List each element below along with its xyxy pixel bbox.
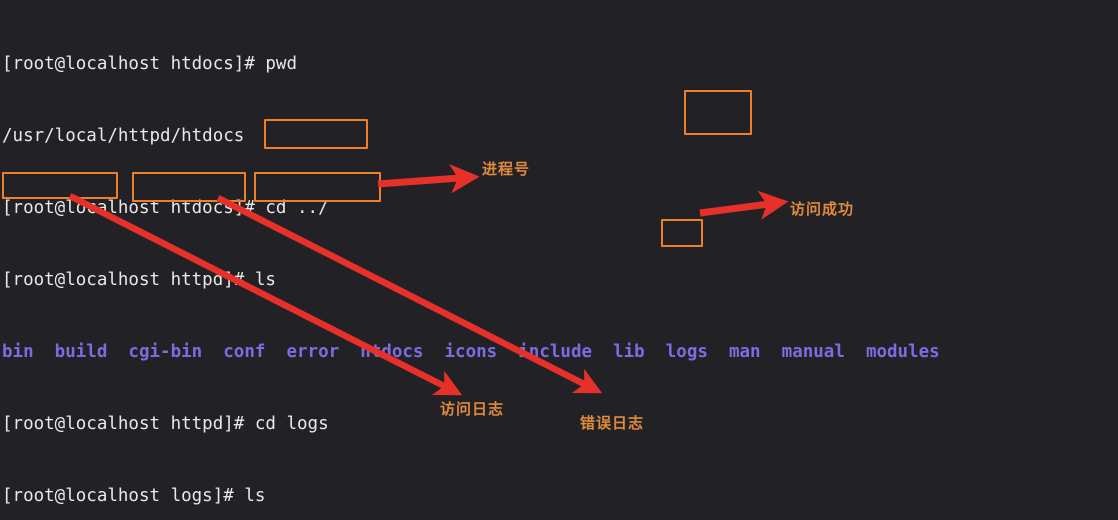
terminal-line: [root@localhost httpd]# ls	[2, 270, 276, 290]
terminal-output[interactable]: [root@localhost htdocs]# pwd /usr/local/…	[0, 0, 1118, 520]
terminal-line: [root@localhost htdocs]# pwd	[2, 54, 298, 74]
terminal-line: [root@localhost httpd]# cd logs	[2, 414, 329, 434]
terminal-line: /usr/local/httpd/htdocs	[2, 126, 245, 146]
terminal-line: [root@localhost htdocs]# cd ../	[2, 198, 329, 218]
terminal-line-ls-dirs: bin build cgi-bin conf error htdocs icon…	[2, 342, 940, 362]
terminal-screenshot: [root@localhost htdocs]# pwd /usr/local/…	[0, 0, 1118, 520]
terminal-line: [root@localhost logs]# ls	[2, 486, 266, 506]
